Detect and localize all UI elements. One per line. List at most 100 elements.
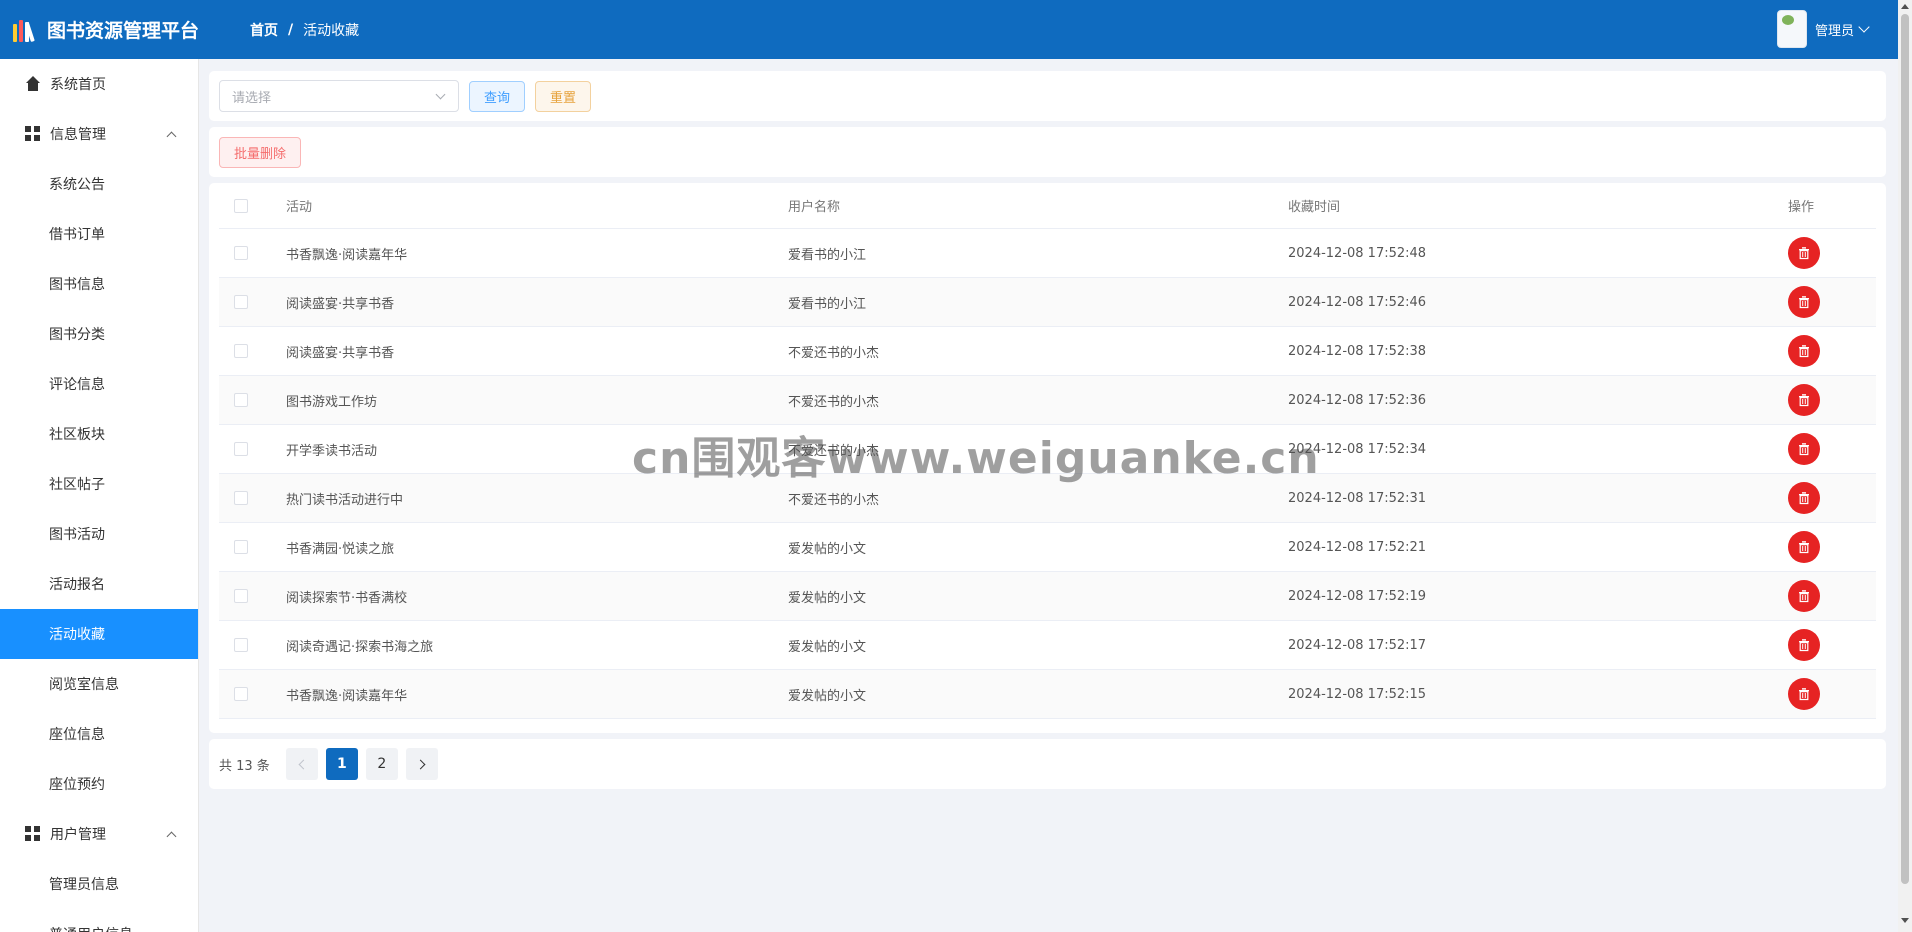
home-icon: [25, 76, 41, 92]
chevron-down-icon: [435, 89, 446, 100]
cell-activity: 阅读盛宴·共享书香: [286, 296, 395, 312]
delete-button[interactable]: [1788, 482, 1820, 514]
column-header-time: 收藏时间: [1288, 200, 1341, 215]
activity-select[interactable]: 请选择: [219, 80, 459, 112]
sidebar-item-5[interactable]: 图书分类: [0, 309, 198, 359]
select-all-checkbox[interactable]: [234, 198, 248, 213]
sidebar-item-1[interactable]: 信息管理: [0, 109, 198, 159]
batch-delete-button[interactable]: 批量删除: [219, 136, 302, 168]
row-checkbox[interactable]: [234, 687, 248, 701]
delete-button[interactable]: [1788, 286, 1820, 318]
sidebar-item-label: 借书订单: [49, 227, 105, 243]
sidebar-item-4[interactable]: 图书信息: [0, 259, 198, 309]
sidebar-item-12[interactable]: 阅览室信息: [0, 659, 198, 709]
avatar[interactable]: [1776, 10, 1807, 48]
chevron-left-icon: [298, 759, 309, 769]
grid-icon: [25, 826, 41, 842]
cell-time: 2024-12-08 17:52:46: [1288, 294, 1427, 310]
page-2-button[interactable]: 2: [365, 748, 398, 780]
breadcrumb-separator: /: [288, 21, 294, 38]
sidebar-item-15[interactable]: 用户管理: [0, 809, 198, 859]
row-checkbox[interactable]: [234, 491, 248, 505]
cell-user: 爱发帖的小文: [788, 688, 867, 704]
row-checkbox[interactable]: [234, 638, 248, 652]
sidebar-item-label: 阅览室信息: [49, 677, 119, 693]
delete-button[interactable]: [1788, 580, 1820, 612]
sidebar-item-8[interactable]: 社区帖子: [0, 459, 198, 509]
trash-icon: [1799, 345, 1809, 358]
sidebar-item-7[interactable]: 社区板块: [0, 409, 198, 459]
reset-button[interactable]: 重置: [535, 80, 592, 112]
breadcrumb-home[interactable]: 首页: [250, 20, 278, 40]
sidebar-item-0[interactable]: 系统首页: [0, 59, 198, 109]
scroll-down-icon[interactable]: [1901, 918, 1909, 923]
cell-time: 2024-12-08 17:52:21: [1288, 539, 1427, 555]
chevron-right-icon: [415, 759, 426, 769]
sidebar-item-16[interactable]: 管理员信息: [0, 859, 198, 909]
query-button[interactable]: 查询: [469, 80, 526, 112]
delete-button[interactable]: [1788, 237, 1820, 269]
sidebar-item-label: 座位预约: [49, 777, 105, 793]
column-header-user: 用户名称: [788, 200, 841, 215]
sidebar-item-3[interactable]: 借书订单: [0, 209, 198, 259]
delete-button[interactable]: [1788, 629, 1820, 661]
sidebar-item-label: 管理员信息: [49, 877, 119, 893]
chevron-up-icon[interactable]: [166, 831, 177, 841]
row-checkbox[interactable]: [234, 442, 248, 456]
page-scrollbar[interactable]: [1898, 0, 1912, 932]
cell-activity: 书香飘逸·阅读嘉年华: [286, 688, 408, 704]
scroll-up-icon[interactable]: [1901, 4, 1909, 9]
prev-page-button[interactable]: [285, 748, 318, 780]
scroll-thumb[interactable]: [1901, 14, 1909, 884]
sidebar-item-11[interactable]: 活动收藏: [0, 609, 198, 659]
next-page-button[interactable]: [405, 748, 438, 780]
table-row: 书香满园·悦读之旅 爱发帖的小文 2024-12-08 17:52:21: [219, 523, 1876, 572]
cell-user: 不爱还书的小杰: [788, 492, 880, 508]
sidebar-item-14[interactable]: 座位预约: [0, 759, 198, 809]
delete-button[interactable]: [1788, 531, 1820, 563]
trash-icon: [1799, 639, 1809, 652]
delete-button[interactable]: [1788, 335, 1820, 367]
row-checkbox[interactable]: [234, 295, 248, 309]
page-1-button[interactable]: 1: [325, 748, 358, 780]
sidebar-item-label: 信息管理: [50, 127, 106, 143]
cell-user: 不爱还书的小杰: [788, 394, 880, 410]
table-row: 阅读盛宴·共享书香 不爱还书的小杰 2024-12-08 17:52:38: [219, 327, 1876, 376]
row-checkbox[interactable]: [234, 589, 248, 603]
table-row: 书香飘逸·阅读嘉年华 爱看书的小江 2024-12-08 17:52:48: [219, 229, 1876, 278]
delete-button[interactable]: [1788, 678, 1820, 710]
sidebar-item-label: 图书活动: [49, 527, 105, 543]
row-checkbox[interactable]: [234, 344, 248, 358]
sidebar-item-10[interactable]: 活动报名: [0, 559, 198, 609]
row-checkbox[interactable]: [234, 540, 248, 554]
cell-user: 爱看书的小江: [788, 247, 867, 263]
cell-activity: 书香满园·悦读之旅: [286, 541, 395, 557]
row-checkbox[interactable]: [234, 246, 248, 260]
sidebar-item-17[interactable]: 普通用户信息: [0, 909, 198, 932]
cell-activity: 书香飘逸·阅读嘉年华: [286, 247, 408, 263]
breadcrumb: 首页 / 活动收藏: [250, 20, 359, 40]
delete-button[interactable]: [1788, 384, 1820, 416]
cell-user: 不爱还书的小杰: [788, 345, 880, 361]
cell-time: 2024-12-08 17:52:31: [1288, 490, 1427, 506]
top-header: 图书资源管理平台 首页 / 活动收藏 管理员: [0, 0, 1898, 59]
sidebar-item-9[interactable]: 图书活动: [0, 509, 198, 559]
sidebar-item-13[interactable]: 座位信息: [0, 709, 198, 759]
user-menu[interactable]: 管理员: [1776, 10, 1870, 48]
sidebar-item-2[interactable]: 系统公告: [0, 159, 198, 209]
row-checkbox[interactable]: [234, 393, 248, 407]
delete-button[interactable]: [1788, 433, 1820, 465]
trash-icon: [1799, 688, 1809, 701]
table-row: 阅读探索节·书香满校 爱发帖的小文 2024-12-08 17:52:19: [219, 572, 1876, 621]
trash-icon: [1799, 296, 1809, 309]
cell-activity: 阅读盛宴·共享书香: [286, 345, 395, 361]
cell-time: 2024-12-08 17:52:34: [1288, 441, 1427, 457]
column-header-operation: 操作: [1788, 200, 1815, 215]
user-name[interactable]: 管理员: [1815, 20, 1854, 39]
sidebar-item-6[interactable]: 评论信息: [0, 359, 198, 409]
sidebar-item-label: 座位信息: [49, 727, 105, 743]
sidebar-item-label: 评论信息: [49, 377, 105, 393]
chevron-up-icon[interactable]: [166, 131, 177, 141]
main-content: 请选择 查询 重置 批量删除 活动 用户名称 收藏时间 操作 书香飘逸·阅读嘉年…: [199, 59, 1898, 932]
chevron-down-icon[interactable]: [1858, 21, 1870, 33]
